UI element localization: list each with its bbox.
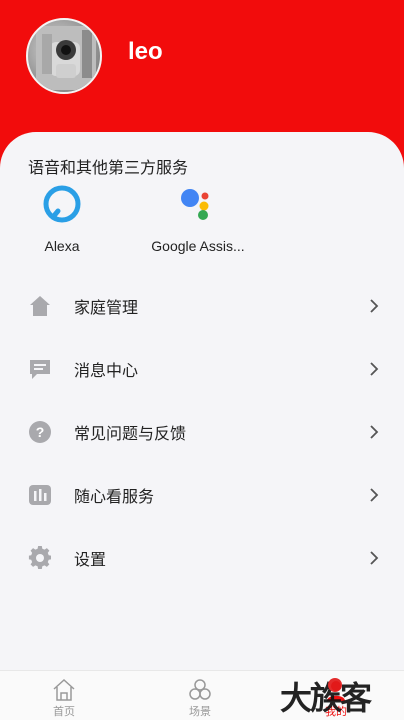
username[interactable]: leo	[128, 38, 163, 66]
menu-item-settings[interactable]: 设置	[0, 530, 404, 586]
watermark-logo: 大族客	[280, 676, 404, 720]
service-google-assistant[interactable]: Google Assis...	[138, 184, 258, 254]
gear-icon	[28, 546, 52, 570]
scene-tab-icon	[187, 677, 213, 703]
tab-label: 场景	[189, 705, 211, 718]
menu-item-label: 常见问题与反馈	[74, 424, 187, 443]
service-google-label: Google Assis...	[151, 238, 245, 254]
menu-item-label: 消息中心	[74, 361, 139, 380]
menu-item-message-center[interactable]: 消息中心	[0, 341, 404, 397]
home-tab-icon	[51, 677, 77, 703]
service-alexa[interactable]: Alexa	[2, 184, 122, 254]
google-assistant-icon	[178, 184, 218, 224]
chevron-right-icon	[364, 296, 384, 316]
chevron-right-icon	[364, 422, 384, 442]
menu-item-watch-service[interactable]: 随心看服务	[0, 467, 404, 523]
menu-item-faq-feedback[interactable]: ? 常见问题与反馈	[0, 404, 404, 460]
chevron-right-icon	[364, 359, 384, 379]
message-icon	[28, 357, 52, 381]
menu-item-label: 随心看服务	[74, 487, 155, 506]
help-icon: ?	[28, 420, 52, 444]
chart-icon	[28, 483, 52, 507]
watermark-dot	[328, 678, 342, 692]
home-icon	[28, 294, 52, 318]
service-alexa-label: Alexa	[44, 238, 80, 254]
chevron-right-icon	[364, 485, 384, 505]
menu-item-label: 设置	[74, 550, 107, 569]
tab-label: 首页	[53, 705, 75, 718]
services-title: 语音和其他第三方服务	[28, 158, 189, 177]
alexa-icon	[42, 184, 82, 224]
watermark-text: 大族客	[280, 679, 372, 717]
tab-home[interactable]: 首页	[24, 671, 104, 720]
chevron-right-icon	[364, 548, 384, 568]
avatar[interactable]	[26, 18, 102, 94]
svg-text:?: ?	[36, 424, 45, 440]
menu-item-label: 家庭管理	[74, 298, 139, 317]
tab-scene[interactable]: 场景	[160, 671, 240, 720]
menu-item-home-management[interactable]: 家庭管理	[0, 278, 404, 334]
